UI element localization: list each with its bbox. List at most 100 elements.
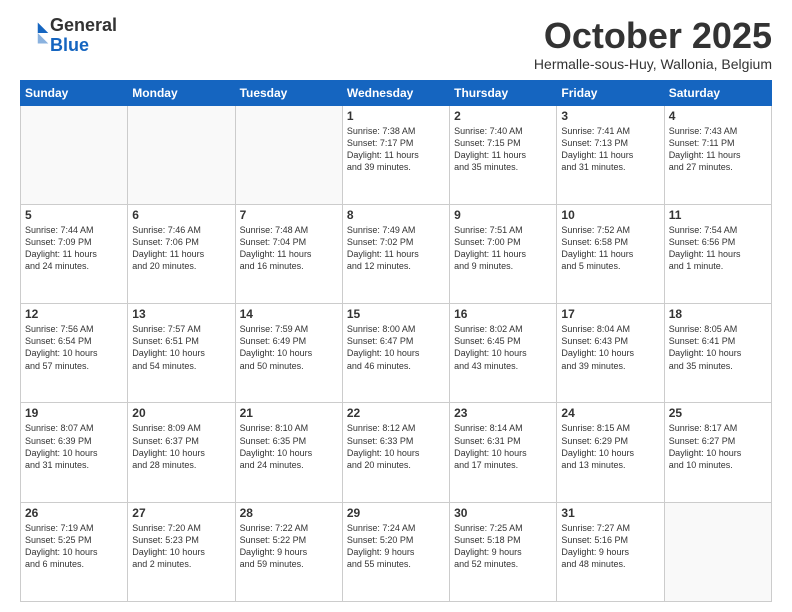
day-number: 25 bbox=[669, 406, 767, 420]
day-number: 11 bbox=[669, 208, 767, 222]
day-number: 10 bbox=[561, 208, 659, 222]
week-row-0: 1Sunrise: 7:38 AM Sunset: 7:17 PM Daylig… bbox=[21, 105, 772, 204]
day-info: Sunrise: 7:22 AM Sunset: 5:22 PM Dayligh… bbox=[240, 522, 338, 571]
day-info: Sunrise: 8:10 AM Sunset: 6:35 PM Dayligh… bbox=[240, 422, 338, 471]
day-number: 27 bbox=[132, 506, 230, 520]
calendar-cell: 23 Sunrise: 8:14 AM Sunset: 6:31 PM Dayli… bbox=[450, 403, 557, 502]
day-info: Sunrise: 7:20 AM Sunset: 5:23 PM Dayligh… bbox=[132, 522, 230, 571]
calendar-cell: 19 Sunrise: 8:07 AM Sunset: 6:39 PM Dayli… bbox=[21, 403, 128, 502]
calendar-cell: 15 Sunrise: 8:00 AM Sunset: 6:47 PM Dayli… bbox=[342, 304, 449, 403]
calendar-cell bbox=[21, 105, 128, 204]
week-row-2: 12Sunrise: 7:56 AM Sunset: 6:54 PM Dayli… bbox=[21, 304, 772, 403]
day-info: Sunrise: 7:54 AM Sunset: 6:56 PM Dayligh… bbox=[669, 224, 767, 273]
day-number: 18 bbox=[669, 307, 767, 321]
calendar-cell: 4Sunrise: 7:43 AM Sunset: 7:11 PM Daylig… bbox=[664, 105, 771, 204]
day-info: Sunrise: 8:14 AM Sunset: 6:31 PM Dayligh… bbox=[454, 422, 552, 471]
day-info: Sunrise: 7:48 AM Sunset: 7:04 PM Dayligh… bbox=[240, 224, 338, 273]
day-info: Sunrise: 7:52 AM Sunset: 6:58 PM Dayligh… bbox=[561, 224, 659, 273]
day-number: 23 bbox=[454, 406, 552, 420]
day-number: 29 bbox=[347, 506, 445, 520]
page: General Blue October 2025 Hermalle-sous-… bbox=[0, 0, 792, 612]
logo-text: General Blue bbox=[50, 16, 117, 56]
day-number: 17 bbox=[561, 307, 659, 321]
calendar-cell: 22 Sunrise: 8:12 AM Sunset: 6:33 PM Dayli… bbox=[342, 403, 449, 502]
day-number: 3 bbox=[561, 109, 659, 123]
day-number: 15 bbox=[347, 307, 445, 321]
day-info: Sunrise: 7:19 AM Sunset: 5:25 PM Dayligh… bbox=[25, 522, 123, 571]
header: General Blue October 2025 Hermalle-sous-… bbox=[20, 16, 772, 72]
day-number: 16 bbox=[454, 307, 552, 321]
day-info: Sunrise: 7:46 AM Sunset: 7:06 PM Dayligh… bbox=[132, 224, 230, 273]
logo-general: General bbox=[50, 15, 117, 35]
month-title: October 2025 bbox=[534, 16, 772, 56]
day-number: 22 bbox=[347, 406, 445, 420]
day-info: Sunrise: 8:17 AM Sunset: 6:27 PM Dayligh… bbox=[669, 422, 767, 471]
day-number: 21 bbox=[240, 406, 338, 420]
logo-icon bbox=[22, 19, 50, 47]
calendar-cell bbox=[664, 502, 771, 601]
calendar-cell: 1Sunrise: 7:38 AM Sunset: 7:17 PM Daylig… bbox=[342, 105, 449, 204]
calendar-cell: 16 Sunrise: 8:02 AM Sunset: 6:45 PM Dayli… bbox=[450, 304, 557, 403]
day-number: 28 bbox=[240, 506, 338, 520]
logo: General Blue bbox=[20, 16, 117, 56]
day-info: Sunrise: 7:43 AM Sunset: 7:11 PM Dayligh… bbox=[669, 125, 767, 174]
weekday-header-sunday: Sunday bbox=[21, 80, 128, 105]
day-info: Sunrise: 7:38 AM Sunset: 7:17 PM Dayligh… bbox=[347, 125, 445, 174]
day-info: Sunrise: 8:12 AM Sunset: 6:33 PM Dayligh… bbox=[347, 422, 445, 471]
calendar-cell: 6 Sunrise: 7:46 AM Sunset: 7:06 PM Daylig… bbox=[128, 204, 235, 303]
calendar-cell: 17 Sunrise: 8:04 AM Sunset: 6:43 PM Dayli… bbox=[557, 304, 664, 403]
calendar-cell: 10 Sunrise: 7:52 AM Sunset: 6:58 PM Dayli… bbox=[557, 204, 664, 303]
day-info: Sunrise: 8:04 AM Sunset: 6:43 PM Dayligh… bbox=[561, 323, 659, 372]
day-info: Sunrise: 7:40 AM Sunset: 7:15 PM Dayligh… bbox=[454, 125, 552, 174]
calendar-cell: 20Sunrise: 8:09 AM Sunset: 6:37 PM Dayli… bbox=[128, 403, 235, 502]
week-row-1: 5Sunrise: 7:44 AM Sunset: 7:09 PM Daylig… bbox=[21, 204, 772, 303]
week-row-4: 26Sunrise: 7:19 AM Sunset: 5:25 PM Dayli… bbox=[21, 502, 772, 601]
day-number: 14 bbox=[240, 307, 338, 321]
day-number: 2 bbox=[454, 109, 552, 123]
weekday-header-tuesday: Tuesday bbox=[235, 80, 342, 105]
day-number: 24 bbox=[561, 406, 659, 420]
calendar-cell: 21 Sunrise: 8:10 AM Sunset: 6:35 PM Dayli… bbox=[235, 403, 342, 502]
calendar-cell: 11 Sunrise: 7:54 AM Sunset: 6:56 PM Dayli… bbox=[664, 204, 771, 303]
calendar-cell: 7 Sunrise: 7:48 AM Sunset: 7:04 PM Daylig… bbox=[235, 204, 342, 303]
calendar-cell: 8Sunrise: 7:49 AM Sunset: 7:02 PM Daylig… bbox=[342, 204, 449, 303]
weekday-header-row: SundayMondayTuesdayWednesdayThursdayFrid… bbox=[21, 80, 772, 105]
title-block: October 2025 Hermalle-sous-Huy, Wallonia… bbox=[534, 16, 772, 72]
weekday-header-monday: Monday bbox=[128, 80, 235, 105]
calendar-cell: 29 Sunrise: 7:24 AM Sunset: 5:20 PM Dayli… bbox=[342, 502, 449, 601]
day-info: Sunrise: 8:09 AM Sunset: 6:37 PM Dayligh… bbox=[132, 422, 230, 471]
day-info: Sunrise: 7:49 AM Sunset: 7:02 PM Dayligh… bbox=[347, 224, 445, 273]
day-info: Sunrise: 7:59 AM Sunset: 6:49 PM Dayligh… bbox=[240, 323, 338, 372]
calendar-cell: 9Sunrise: 7:51 AM Sunset: 7:00 PM Daylig… bbox=[450, 204, 557, 303]
calendar-cell: 26Sunrise: 7:19 AM Sunset: 5:25 PM Dayli… bbox=[21, 502, 128, 601]
weekday-header-thursday: Thursday bbox=[450, 80, 557, 105]
calendar-table: SundayMondayTuesdayWednesdayThursdayFrid… bbox=[20, 80, 772, 602]
calendar-cell: 14 Sunrise: 7:59 AM Sunset: 6:49 PM Dayli… bbox=[235, 304, 342, 403]
day-number: 19 bbox=[25, 406, 123, 420]
day-number: 12 bbox=[25, 307, 123, 321]
day-number: 7 bbox=[240, 208, 338, 222]
weekday-header-wednesday: Wednesday bbox=[342, 80, 449, 105]
day-number: 6 bbox=[132, 208, 230, 222]
day-number: 13 bbox=[132, 307, 230, 321]
calendar-cell: 27 Sunrise: 7:20 AM Sunset: 5:23 PM Dayli… bbox=[128, 502, 235, 601]
day-info: Sunrise: 8:02 AM Sunset: 6:45 PM Dayligh… bbox=[454, 323, 552, 372]
location-subtitle: Hermalle-sous-Huy, Wallonia, Belgium bbox=[534, 56, 772, 72]
day-info: Sunrise: 8:15 AM Sunset: 6:29 PM Dayligh… bbox=[561, 422, 659, 471]
calendar-cell: 28 Sunrise: 7:22 AM Sunset: 5:22 PM Dayli… bbox=[235, 502, 342, 601]
calendar-cell: 31Sunrise: 7:27 AM Sunset: 5:16 PM Dayli… bbox=[557, 502, 664, 601]
week-row-3: 19 Sunrise: 8:07 AM Sunset: 6:39 PM Dayli… bbox=[21, 403, 772, 502]
day-info: Sunrise: 7:24 AM Sunset: 5:20 PM Dayligh… bbox=[347, 522, 445, 571]
calendar-cell: 24 Sunrise: 8:15 AM Sunset: 6:29 PM Dayli… bbox=[557, 403, 664, 502]
weekday-header-friday: Friday bbox=[557, 80, 664, 105]
day-number: 5 bbox=[25, 208, 123, 222]
day-info: Sunrise: 8:07 AM Sunset: 6:39 PM Dayligh… bbox=[25, 422, 123, 471]
day-info: Sunrise: 7:51 AM Sunset: 7:00 PM Dayligh… bbox=[454, 224, 552, 273]
calendar-cell bbox=[128, 105, 235, 204]
calendar-cell: 18Sunrise: 8:05 AM Sunset: 6:41 PM Dayli… bbox=[664, 304, 771, 403]
calendar-cell: 2 Sunrise: 7:40 AM Sunset: 7:15 PM Daylig… bbox=[450, 105, 557, 204]
day-info: Sunrise: 8:00 AM Sunset: 6:47 PM Dayligh… bbox=[347, 323, 445, 372]
logo-blue: Blue bbox=[50, 35, 89, 55]
calendar-cell: 13Sunrise: 7:57 AM Sunset: 6:51 PM Dayli… bbox=[128, 304, 235, 403]
calendar-cell: 12Sunrise: 7:56 AM Sunset: 6:54 PM Dayli… bbox=[21, 304, 128, 403]
